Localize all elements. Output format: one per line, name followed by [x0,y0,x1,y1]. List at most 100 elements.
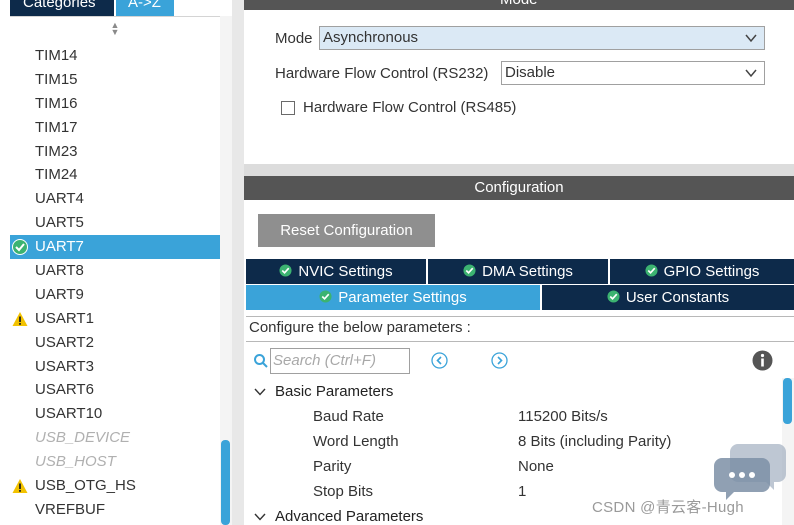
tab-user-constants[interactable]: User Constants [542,285,794,310]
param-name: Stop Bits [313,483,374,500]
section-gap [244,164,794,176]
sidebar-item-label: TIM17 [35,118,78,136]
sidebar-item-usb_device[interactable]: USB_DEVICE [10,426,220,450]
sidebar-item-usart3[interactable]: USART3 [10,355,220,379]
configuration-header: Configuration [244,176,794,200]
check-circle-icon [279,264,292,277]
sidebar-item-uart4[interactable]: UART4 [10,187,220,211]
tab-categories[interactable]: Categories [10,0,114,16]
sidebar-item-tim24[interactable]: TIM24 [10,163,220,187]
sidebar-item-label: USB_OTG_HS [35,477,136,495]
sidebar-item-label: TIM16 [35,94,78,112]
next-result-icon[interactable] [491,352,508,369]
sidebar-item-label: UART7 [35,238,84,256]
tab-nvic-settings[interactable]: NVIC Settings [246,259,426,284]
sidebar-item-label: VREFBUF [35,500,106,518]
tab-label: User Constants [625,289,730,306]
tab-gpio-settings[interactable]: GPIO Settings [610,259,794,284]
sort-arrows-icon[interactable]: ▲ ▼ [108,21,122,38]
sidebar-scroll-thumb[interactable] [221,440,230,525]
sidebar-item-tim23[interactable]: TIM23 [10,140,220,164]
sidebar-item-label: TIM24 [35,166,78,184]
divider [246,341,794,342]
mode-select[interactable]: Asynchronous [319,26,765,50]
previous-result-icon[interactable] [431,352,448,369]
param-name: Word Length [313,433,399,450]
param-value[interactable]: 1 [518,483,526,500]
chevron-down-icon [745,34,757,43]
sidebar-item-vrefbuf[interactable]: VREFBUF [10,498,220,522]
sidebar-tabs: Categories A->Z [0,0,232,16]
sidebar-item-uart5[interactable]: UART5 [10,211,220,235]
sidebar-item-label: USART6 [35,381,94,399]
chevron-down-icon [254,513,266,521]
param-value[interactable]: None [518,458,554,475]
hw-flow-rs232-value: Disable [505,64,556,81]
sidebar-item-usart2[interactable]: USART2 [10,331,220,355]
hw-flow-rs232-select[interactable]: Disable [501,61,765,85]
group-label: Basic Parameters [275,383,394,400]
sidebar-item-label: UART4 [35,190,84,208]
configure-description: Configure the below parameters : [249,319,471,336]
group-advanced-parameters[interactable]: Advanced Parameters [254,508,424,525]
param-name: Baud Rate [313,408,384,425]
param-name: Parity [313,458,352,475]
sidebar-item-label: TIM15 [35,70,78,88]
chevron-down-icon [745,69,757,78]
reset-configuration-button[interactable]: Reset Configuration [258,214,435,247]
sidebar-item-label: TIM23 [35,142,78,160]
check-circle-icon [645,264,658,277]
parameters-scroll-thumb[interactable] [783,378,792,424]
check-circle-icon [463,264,476,277]
ip-list: TIM14 TIM15 TIM16 TIM17 TIM23 TIM24 UART4 UART5… [10,44,220,522]
sidebar-item-label: UART5 [35,214,84,232]
tab-label: DMA Settings [482,263,573,280]
warning-icon [12,311,28,326]
group-label: Advanced Parameters [275,508,424,525]
sidebar-item-usart6[interactable]: USART6 [10,378,220,402]
mode-select-value: Asynchronous [323,29,419,46]
param-value[interactable]: 8 Bits (including Parity) [518,433,671,450]
watermark: CSDN @青云客-Hugh [592,499,744,516]
sidebar-item-label: USART2 [35,333,94,351]
chat-bubble-icon[interactable] [712,440,788,500]
sidebar-item-label: TIM14 [35,47,78,64]
mode-label: Mode [275,30,313,47]
sidebar-item-uart9[interactable]: UART9 [10,283,220,307]
tab-label: NVIC Settings [298,263,393,280]
tab-dma-settings[interactable]: DMA Settings [428,259,608,284]
hw-flow-rs485-label: Hardware Flow Control (RS485) [303,99,517,116]
sidebar-item-label: USART10 [35,405,103,423]
group-basic-parameters[interactable]: Basic Parameters [254,383,394,400]
ip-sidebar: Categories A->Z ▲ ▼ TIM14 TIM15 TIM16 TIM17 T… [0,0,232,525]
sidebar-item-usb_otg_hs[interactable]: USB_OTG_HS [10,474,220,498]
search-icon[interactable] [253,353,269,369]
sidebar-item-label: USB_DEVICE [35,429,131,447]
tab-a-z[interactable]: A->Z [116,0,174,16]
sidebar-item-label: USART1 [35,309,94,327]
sidebar-item-label: USART3 [35,357,94,375]
check-circle-icon [12,239,28,256]
sidebar-item-tim16[interactable]: TIM16 [10,92,220,116]
search-input[interactable]: Search (Ctrl+F) [270,348,410,374]
app-window: Categories A->Z ▲ ▼ TIM14 TIM15 TIM16 TIM17 T… [0,0,794,525]
chevron-down-icon [254,388,266,396]
panel-splitter[interactable] [232,0,244,525]
hw-flow-rs232-label: Hardware Flow Control (RS232) [275,65,489,82]
sidebar-item-uart8[interactable]: UART8 [10,259,220,283]
hw-flow-rs485-checkbox[interactable] [281,101,295,115]
sidebar-item-tim15[interactable]: TIM15 [10,68,220,92]
sidebar-divider [10,16,232,17]
sidebar-item-usart1[interactable]: USART1 [10,307,220,331]
param-value[interactable]: 115200 Bits/s [518,408,608,425]
warning-icon [12,479,28,494]
sidebar-item-usb_host[interactable]: USB_HOST [10,450,220,474]
sidebar-item-usart10[interactable]: USART10 [10,402,220,426]
sidebar-item-tim17[interactable]: TIM17 [10,116,220,140]
sidebar-item-tim14[interactable]: TIM14 [10,44,220,68]
mode-header: Mode [244,0,794,10]
tab-parameter-settings[interactable]: Parameter Settings [246,285,540,310]
tab-label: GPIO Settings [663,263,760,280]
sidebar-item-uart7[interactable]: UART7 [10,235,220,260]
info-icon[interactable] [752,350,773,371]
